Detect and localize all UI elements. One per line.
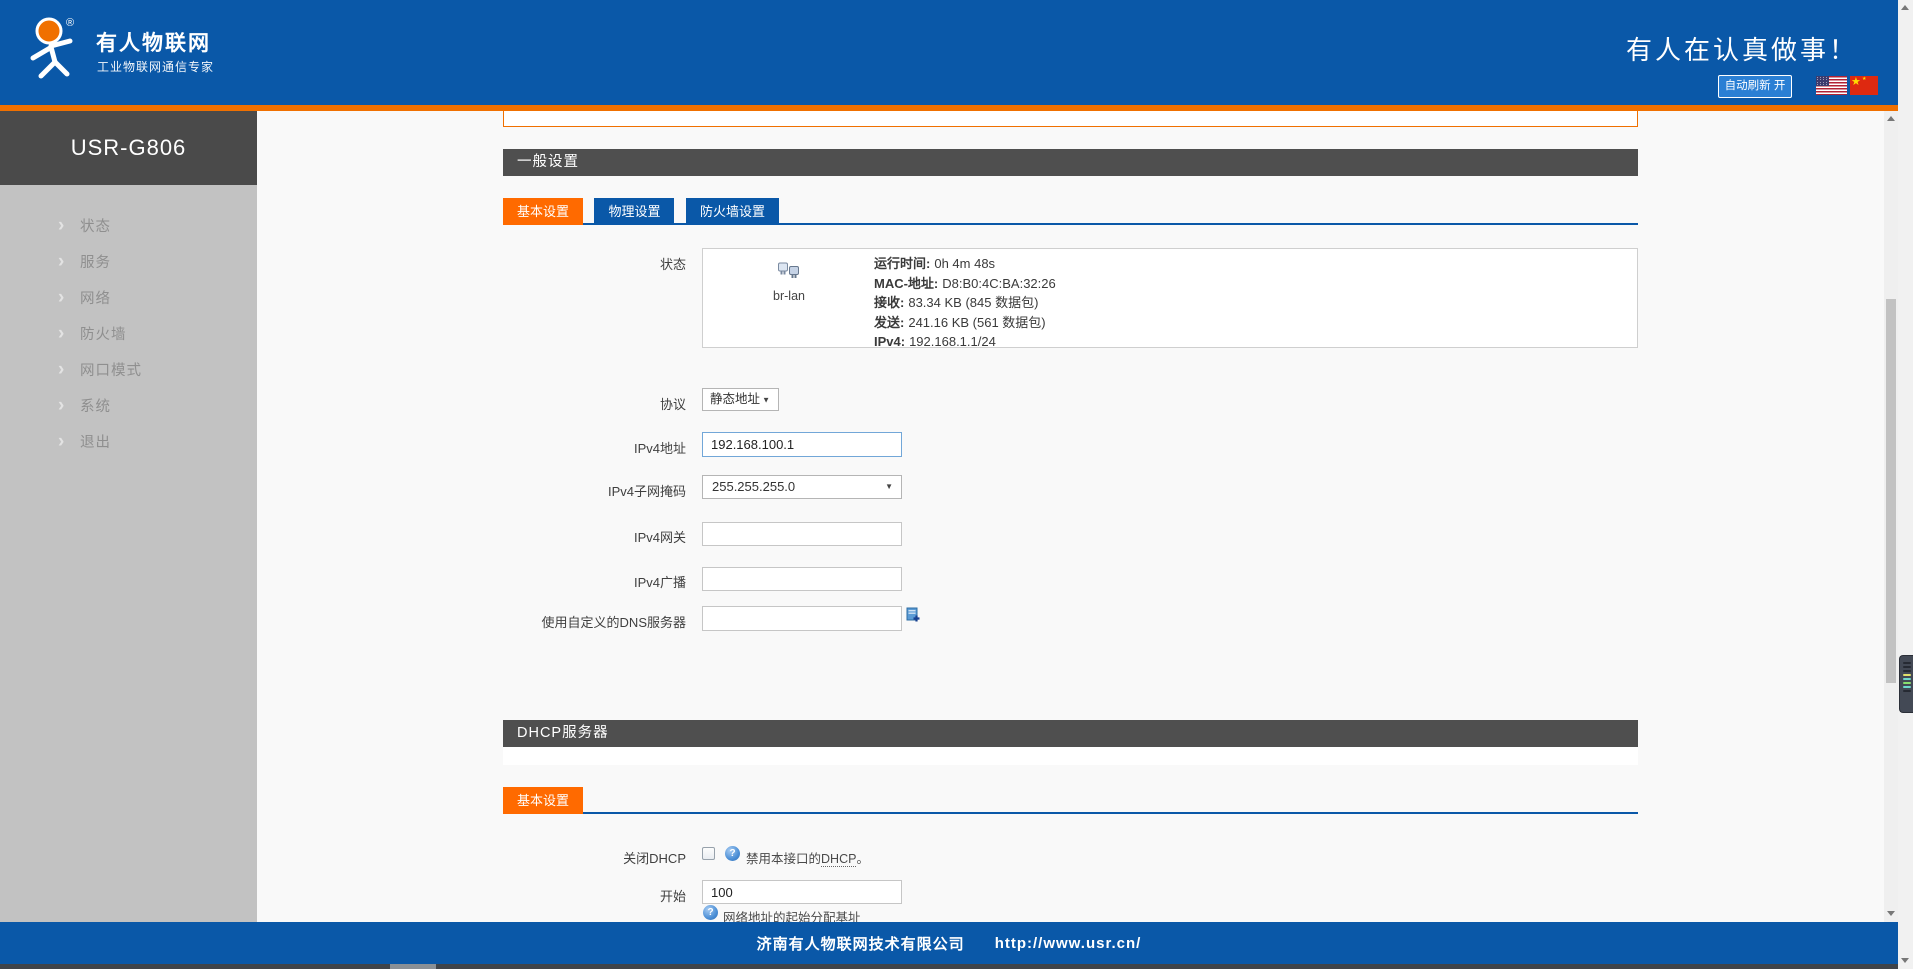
cn-flag-star-small: ★ — [1862, 76, 1866, 82]
window-vertical-scrollbar[interactable] — [1898, 0, 1913, 969]
general-settings-section-bar: 一般设置 — [503, 149, 1638, 176]
interface-status-box: br-lan 运行时间:0h 4m 48s MAC-地址:D8:B0:4C:BA… — [702, 248, 1638, 348]
sidebar-item-label: 退出 — [80, 431, 111, 452]
ipv4-address-label: IPv4地址 — [436, 438, 686, 457]
sidebar-item-port-mode[interactable]: ›网口模式 — [0, 351, 257, 387]
protocol-label: 协议 — [436, 394, 686, 413]
horizontal-scrollbar-thumb[interactable] — [390, 964, 436, 969]
dhcp-glossary-link[interactable]: DHCP — [821, 852, 856, 867]
english-language-flag-icon[interactable] — [1816, 76, 1847, 95]
chevron-right-icon: › — [58, 252, 80, 271]
floating-side-widget[interactable] — [1899, 655, 1913, 713]
chevron-right-icon: › — [58, 216, 80, 235]
sidebar-item-status[interactable]: ›状态 — [0, 207, 257, 243]
stat-mac: MAC-地址:D8:B0:4C:BA:32:26 — [874, 274, 1056, 294]
ethernet-interface-icon — [777, 262, 801, 280]
protocol-selected-value: 静态地址 — [710, 392, 760, 406]
dhcp-tabs: 基本设置 — [503, 787, 1638, 814]
scroll-up-icon[interactable] — [1887, 116, 1895, 121]
horizontal-scrollbar[interactable] — [0, 964, 1898, 969]
stat-tx: 发送:241.16 KB (561 数据包) — [874, 313, 1056, 333]
sidebar-item-logout[interactable]: ›退出 — [0, 423, 257, 459]
ipv4-broadcast-input[interactable] — [702, 567, 902, 591]
scrolled-panel-bottom — [503, 111, 1638, 127]
dropdown-arrow-icon: ▼ — [762, 389, 770, 410]
chinese-language-flag-icon[interactable]: ★ ★ — [1850, 76, 1878, 95]
custom-dns-label: 使用自定义的DNS服务器 — [436, 612, 686, 631]
sidebar-nav: ›状态 ›服务 ›网络 ›防火墙 ›网口模式 ›系统 ›退出 — [0, 185, 257, 922]
dhcp-server-section-bar: DHCP服务器 — [503, 720, 1638, 747]
disable-dhcp-label: 关闭DHCP — [436, 848, 686, 867]
add-dns-entry-icon[interactable] — [906, 607, 920, 623]
footer-company: 济南有人物联网技术有限公司 — [757, 933, 965, 954]
status-label: 状态 — [436, 254, 686, 273]
footer-url-link[interactable]: http://www.usr.cn/ — [995, 935, 1142, 952]
header-slogan: 有人在认真做事！ — [1626, 30, 1858, 67]
ipv4-gateway-input[interactable] — [702, 522, 902, 546]
tab-physical-settings[interactable]: 物理设置 — [594, 198, 674, 225]
page-footer: 济南有人物联网技术有限公司 http://www.usr.cn/ — [0, 922, 1898, 964]
disable-dhcp-checkbox[interactable] — [702, 847, 715, 860]
top-header: ® 有人物联网 工业物联网通信专家 有人在认真做事！ 自动刷新 开 ★ ★ — [0, 0, 1898, 105]
protocol-select[interactable]: 静态地址 ▼ — [702, 388, 779, 411]
sidebar-item-label: 状态 — [80, 215, 111, 236]
tab-firewall-settings[interactable]: 防火墙设置 — [686, 198, 779, 225]
content-vertical-scrollbar[interactable] — [1884, 111, 1898, 922]
brand-subtitle: 工业物联网通信专家 — [97, 58, 214, 75]
scroll-up-icon[interactable] — [1901, 5, 1909, 10]
stat-uptime: 运行时间:0h 4m 48s — [874, 254, 1056, 274]
interface-cell: br-lan — [743, 262, 835, 303]
us-flag-canton — [1816, 76, 1829, 86]
chevron-right-icon: › — [58, 288, 80, 307]
ipv4-netmask-label: IPv4子网掩码 — [436, 481, 686, 500]
help-icon: ? — [703, 905, 718, 920]
sidebar-item-firewall[interactable]: ›防火墙 — [0, 315, 257, 351]
auto-refresh-toggle-button[interactable]: 自动刷新 开 — [1718, 75, 1792, 98]
tab-basic-settings[interactable]: 基本设置 — [503, 198, 583, 225]
chevron-right-icon: › — [58, 432, 80, 451]
scroll-down-icon[interactable] — [1887, 911, 1895, 916]
content-scrollbar-thumb[interactable] — [1886, 299, 1896, 683]
scroll-down-icon[interactable] — [1901, 958, 1909, 963]
sidebar-item-label: 防火墙 — [80, 323, 127, 344]
usr-logo-icon — [20, 16, 84, 86]
device-name: USR-G806 — [0, 111, 257, 185]
disable-dhcp-hint: 禁用本接口的DHCP。 — [746, 848, 869, 867]
dropdown-arrow-icon: ▼ — [885, 476, 893, 498]
sidebar-item-label: 服务 — [80, 251, 111, 272]
chevron-right-icon: › — [58, 324, 80, 343]
dhcp-start-input[interactable] — [702, 880, 902, 904]
tab-dhcp-basic-settings[interactable]: 基本设置 — [503, 787, 583, 814]
dhcp-start-label: 开始 — [436, 886, 686, 905]
chevron-right-icon: › — [58, 396, 80, 415]
sidebar-item-system[interactable]: ›系统 — [0, 387, 257, 423]
chevron-right-icon: › — [58, 360, 80, 379]
dhcp-section-spacer — [503, 747, 1638, 765]
sidebar-item-services[interactable]: ›服务 — [0, 243, 257, 279]
general-settings-tabs: 基本设置 物理设置 防火墙设置 — [503, 198, 1638, 225]
help-icon: ? — [725, 846, 740, 861]
stat-ipv4: IPv4:192.168.1.1/24 — [874, 332, 1056, 352]
sidebar-item-label: 系统 — [80, 395, 111, 416]
brand-title: 有人物联网 — [96, 27, 211, 57]
ipv4-address-input[interactable] — [702, 432, 902, 457]
sidebar-item-label: 网口模式 — [80, 359, 142, 380]
ipv4-gateway-label: IPv4网关 — [436, 527, 686, 546]
custom-dns-input[interactable] — [702, 606, 902, 631]
cn-flag-star: ★ — [1851, 76, 1861, 88]
sidebar-item-network[interactable]: ›网络 — [0, 279, 257, 315]
ipv4-netmask-selected-value: 255.255.255.0 — [712, 479, 795, 494]
interface-stats: 运行时间:0h 4m 48s MAC-地址:D8:B0:4C:BA:32:26 … — [874, 254, 1056, 352]
interface-name: br-lan — [743, 289, 835, 303]
ipv4-netmask-select[interactable]: 255.255.255.0 ▼ — [702, 475, 902, 499]
ipv4-broadcast-label: IPv4广播 — [436, 572, 686, 591]
router-config-page: ® 有人物联网 工业物联网通信专家 有人在认真做事！ 自动刷新 开 ★ ★ US… — [0, 0, 1913, 969]
registered-mark: ® — [66, 17, 74, 29]
sidebar-item-label: 网络 — [80, 287, 111, 308]
stat-rx: 接收:83.34 KB (845 数据包) — [874, 293, 1056, 313]
